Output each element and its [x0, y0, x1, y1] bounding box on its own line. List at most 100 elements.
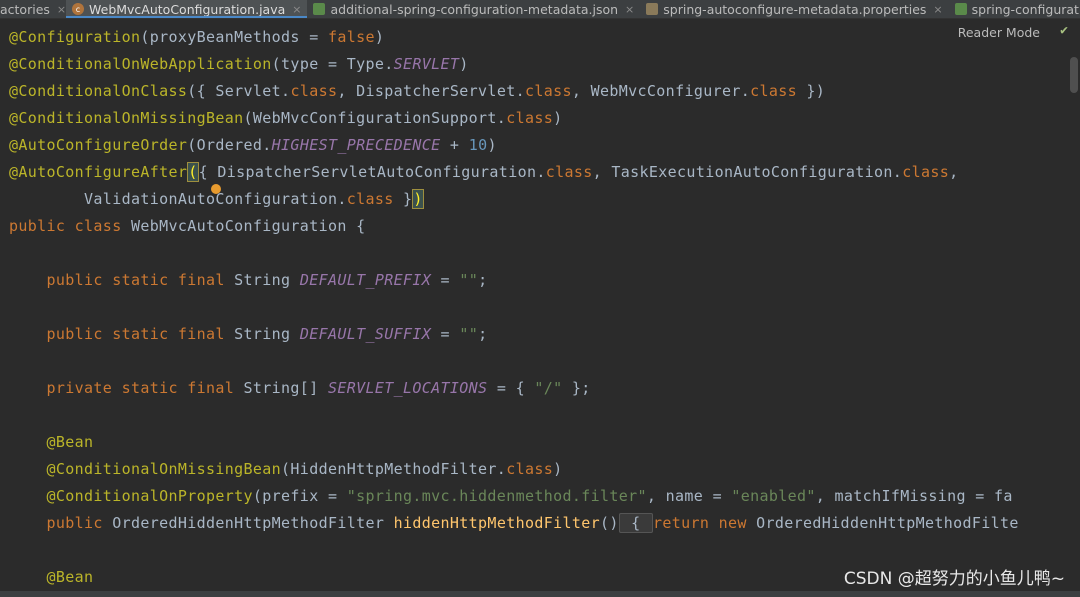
code-token: , matchIfMissing = fa [815, 487, 1013, 505]
code-token: "" [459, 271, 479, 289]
code-line[interactable]: @AutoConfigureOrder(Ordered.HIGHEST_PREC… [9, 132, 497, 159]
code-token: class [506, 109, 554, 127]
tab-label: spring-configurati [971, 1, 1080, 17]
code-token: @AutoConfigureAfter [9, 163, 188, 181]
inspection-ok-icon[interactable]: ✔ [1060, 23, 1068, 38]
code-line[interactable]: @ConditionalOnWebApplication(type = Type… [9, 51, 469, 78]
code-line[interactable]: public static final String DEFAULT_SUFFI… [9, 321, 488, 348]
close-icon[interactable]: × [292, 3, 301, 16]
tab-4[interactable]: spring-configurati [949, 0, 1080, 18]
code-line[interactable]: public OrderedHiddenHttpMethodFilter hid… [9, 510, 1019, 537]
code-token: ) [459, 55, 469, 73]
code-token: OrderedHiddenHttpMethodFilte [746, 514, 1019, 532]
code-token: } [393, 190, 413, 208]
code-token: , TaskExecutionAutoConfiguration. [592, 163, 903, 181]
code-token: String[] [234, 379, 328, 397]
close-icon[interactable]: × [625, 3, 634, 16]
code-token: HIGHEST_PRECEDENCE [271, 136, 441, 154]
code-token: @ConditionalOnWebApplication [9, 55, 272, 73]
code-token: DEFAULT_PREFIX [299, 271, 432, 289]
code-token: "/" [534, 379, 563, 397]
code-token: ) [487, 136, 497, 154]
code-token: "" [459, 325, 479, 343]
tab-0[interactable]: actories × [0, 0, 66, 18]
tab-3[interactable]: spring-autoconfigure-metadata.properties… [640, 0, 948, 18]
code-token: @ConditionalOnMissingBean [9, 109, 244, 127]
code-token: hiddenHttpMethodFilter [393, 514, 601, 532]
code-token: public [9, 514, 103, 532]
code-line[interactable]: ValidationAutoConfiguration.class }) [9, 184, 424, 213]
code-token: return new [652, 514, 747, 532]
code-editor[interactable]: Reader Mode ✔ @Configuration(proxyBeanMe… [0, 19, 1080, 591]
code-line[interactable]: @ConditionalOnClass({ Servlet.class, Dis… [9, 78, 825, 105]
tab-label: actories [0, 1, 50, 17]
code-token: , WebMvcConfigurer. [571, 82, 751, 100]
code-token: @ConditionalOnClass [9, 82, 188, 100]
code-token: , name = [646, 487, 732, 505]
code-token: DEFAULT_SUFFIX [299, 325, 432, 343]
code-token: ; [478, 325, 488, 343]
code-token: class [902, 163, 950, 181]
code-token: private static final [9, 379, 235, 397]
code-token: class [290, 82, 338, 100]
code-token: @AutoConfigureOrder [9, 136, 188, 154]
code-token: , DispatcherServlet. [337, 82, 525, 100]
code-token: (prefix = [252, 487, 347, 505]
code-token: SERVLET [393, 55, 460, 73]
code-token: ) [374, 28, 385, 46]
reader-mode-toggle[interactable]: Reader Mode [958, 25, 1040, 40]
code-token: String [224, 325, 300, 343]
code-token: public static final [9, 325, 225, 343]
code-line[interactable]: @Bean [9, 564, 94, 591]
java-class-icon: c [72, 3, 84, 15]
code-token: WebMvcAutoConfiguration { [121, 217, 366, 235]
code-token: = [431, 325, 460, 343]
code-line[interactable]: public static final String DEFAULT_PREFI… [9, 267, 488, 294]
code-line[interactable]: @Configuration(proxyBeanMethods = false) [9, 24, 384, 51]
code-token: { DispatcherServletAutoConfiguration. [198, 163, 546, 181]
code-token: 10 [468, 136, 488, 154]
code-token: @ConditionalOnProperty [9, 487, 253, 505]
code-token: ) [553, 109, 563, 127]
tab-label: spring-autoconfigure-metadata.properties [663, 1, 927, 17]
code-token: ValidationAutoConfiguration. [9, 190, 347, 208]
code-token: ) [412, 189, 424, 209]
code-token: }; [562, 379, 591, 397]
code-token: ; [478, 271, 488, 289]
editor-tab-bar: actories × c WebMvcAutoConfiguration.java × a… [0, 0, 1080, 19]
code-token: public class [9, 217, 122, 235]
code-token: class [506, 460, 554, 478]
tab-1[interactable]: c WebMvcAutoConfiguration.java × [66, 0, 308, 18]
code-token: = { [487, 379, 535, 397]
code-token: + [440, 136, 469, 154]
code-token: "enabled" [731, 487, 816, 505]
code-line[interactable]: public class WebMvcAutoConfiguration { [9, 213, 365, 240]
close-icon[interactable]: × [57, 3, 66, 16]
close-icon[interactable]: × [933, 3, 942, 16]
horizontal-scrollbar[interactable] [0, 591, 1080, 597]
vertical-scrollbar-thumb[interactable] [1070, 57, 1078, 93]
properties-file-icon [646, 3, 659, 15]
code-token: class [750, 82, 798, 100]
code-token: "spring.mvc.hiddenmethod.filter" [346, 487, 647, 505]
code-token: SERVLET_LOCATIONS [327, 379, 488, 397]
code-line[interactable]: private static final String[] SERVLET_LO… [9, 375, 591, 402]
code-token: (Ordered. [187, 136, 272, 154]
code-token: (HiddenHttpMethodFilter. [281, 460, 507, 478]
intention-bulb-icon[interactable] [211, 184, 221, 194]
code-token: class [346, 190, 394, 208]
code-token: String [224, 271, 300, 289]
code-line[interactable]: @ConditionalOnMissingBean(WebMvcConfigur… [9, 105, 563, 132]
code-line[interactable]: @ConditionalOnMissingBean(HiddenHttpMeth… [9, 456, 563, 483]
code-token: (proxyBeanMethods = [140, 28, 328, 46]
code-token: () [600, 514, 619, 532]
code-token: class [545, 163, 593, 181]
code-line[interactable]: @Bean [9, 429, 94, 456]
code-token: @Configuration [9, 28, 141, 46]
code-token: public static final [9, 271, 225, 289]
tab-2[interactable]: additional-spring-configuration-metadata… [307, 0, 640, 18]
code-line[interactable]: @AutoConfigureAfter({ DispatcherServletA… [9, 159, 959, 186]
code-token: ({ Servlet. [187, 82, 291, 100]
code-token: = [431, 271, 460, 289]
code-line[interactable]: @ConditionalOnProperty(prefix = "spring.… [9, 483, 1013, 510]
